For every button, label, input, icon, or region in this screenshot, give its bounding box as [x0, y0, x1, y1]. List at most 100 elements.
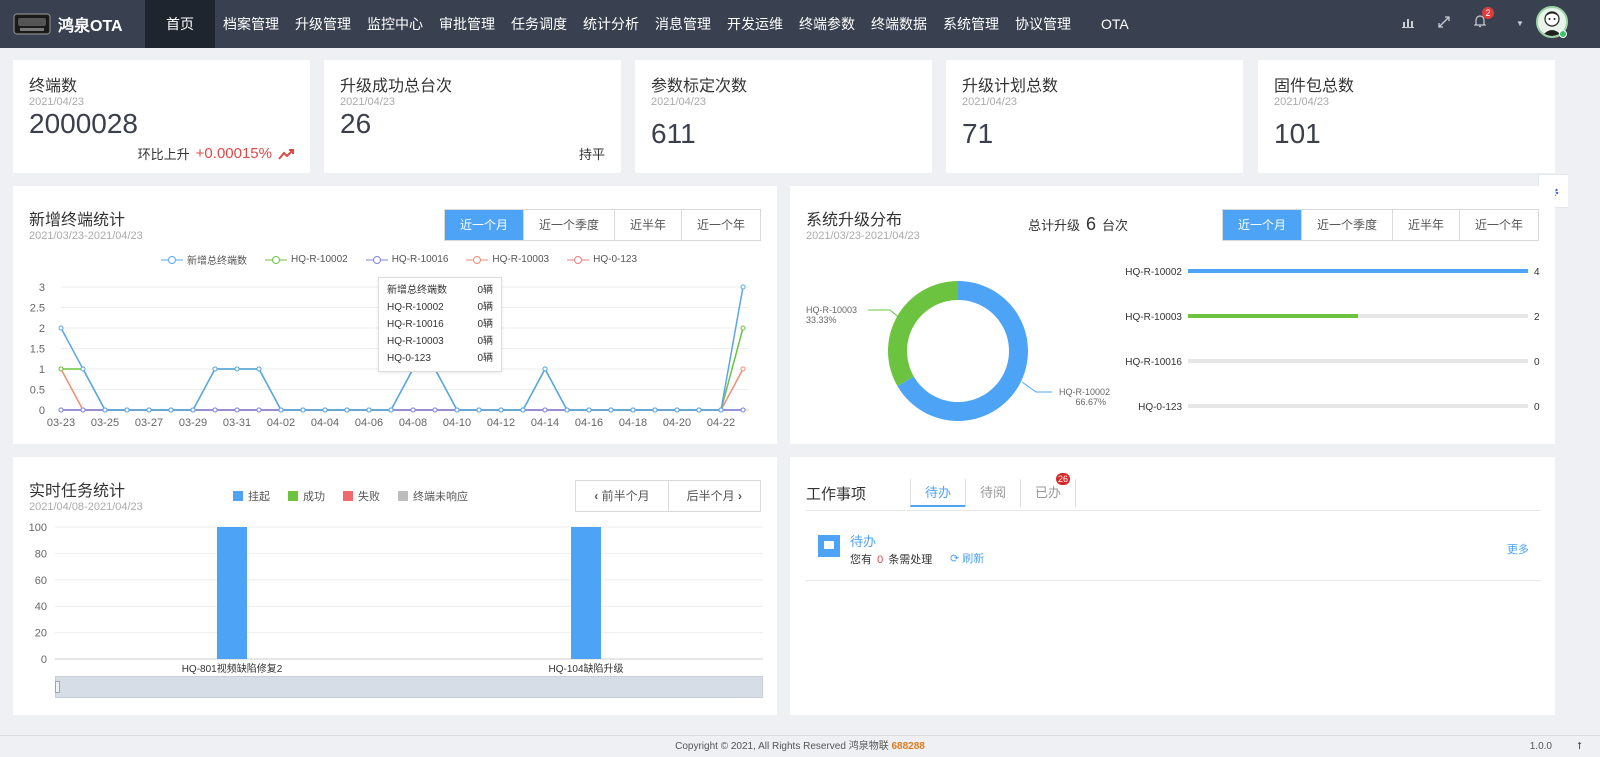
- nav-item[interactable]: 终端数据: [863, 0, 935, 48]
- data-point[interactable]: [652, 407, 658, 413]
- nav-item[interactable]: 系统管理: [935, 0, 1007, 48]
- nav-item[interactable]: 协议管理: [1007, 0, 1079, 48]
- nav-item[interactable]: 审批管理: [431, 0, 503, 48]
- nav-item[interactable]: 升级管理: [287, 0, 359, 48]
- data-point[interactable]: [366, 407, 372, 413]
- data-point[interactable]: [212, 366, 218, 372]
- data-point[interactable]: [234, 366, 240, 372]
- refresh-icon: ⟳: [950, 553, 960, 565]
- zoom-handle-left[interactable]: [55, 681, 60, 693]
- back-to-top-icon[interactable]: ⭡: [1577, 736, 1582, 757]
- chart-icon[interactable]: [1398, 14, 1418, 34]
- data-point[interactable]: [168, 407, 174, 413]
- todo-item[interactable]: 待办 您有 0 条需处理 ⟳ 刷新 更多: [806, 529, 1541, 581]
- nav-item[interactable]: 终端参数: [791, 0, 863, 48]
- footer-code: 688288: [891, 741, 925, 752]
- data-point[interactable]: [300, 407, 306, 413]
- data-point[interactable]: [256, 407, 262, 413]
- data-point[interactable]: [432, 407, 438, 413]
- todo-title[interactable]: 待办: [850, 531, 876, 550]
- app-logo[interactable]: 鸿泉OTA: [0, 0, 145, 48]
- upgrade-distribution-panel: 系统升级分布 2021/03/23-2021/04/23 总计升级 6 台次 近…: [790, 186, 1555, 444]
- tooltip-name: 新增总终端数: [387, 285, 447, 296]
- tab-to-read[interactable]: 待阅: [965, 479, 1020, 507]
- more-link[interactable]: 更多: [1507, 541, 1529, 557]
- y-tick-label: 20: [35, 628, 47, 640]
- data-point[interactable]: [212, 407, 218, 413]
- data-point[interactable]: [498, 407, 504, 413]
- x-tick-label: 04-08: [399, 417, 427, 429]
- tooltip-name: HQ-R-10016: [387, 319, 444, 330]
- data-point[interactable]: [740, 407, 746, 413]
- nav-item[interactable]: 消息管理: [647, 0, 719, 48]
- data-point[interactable]: [608, 407, 614, 413]
- tooltip-value: 0辆: [477, 353, 493, 364]
- y-tick-label: 40: [35, 601, 47, 613]
- data-point[interactable]: [256, 366, 262, 372]
- todo-count: 0: [877, 554, 884, 566]
- tooltip-value: 0辆: [477, 319, 493, 330]
- y-tick-label: 60: [35, 575, 47, 587]
- trend-label: 持平: [578, 147, 605, 162]
- caret-down-icon[interactable]: ▼: [1510, 14, 1530, 34]
- nav-item[interactable]: 开发运维: [719, 0, 791, 48]
- data-point[interactable]: [542, 407, 548, 413]
- data-point[interactable]: [234, 407, 240, 413]
- data-point[interactable]: [102, 407, 108, 413]
- data-point[interactable]: [476, 407, 482, 413]
- data-point[interactable]: [410, 407, 416, 413]
- tooltip-row: HQ-R-10002 0辆: [387, 299, 493, 316]
- y-tick-label: 3: [39, 282, 45, 294]
- tooltip-name: HQ-R-10002: [387, 302, 444, 313]
- data-point[interactable]: [542, 366, 548, 372]
- data-point[interactable]: [696, 407, 702, 413]
- data-point[interactable]: [80, 366, 86, 372]
- fullscreen-icon[interactable]: [1434, 14, 1454, 34]
- online-status-dot: [1559, 30, 1567, 38]
- data-point[interactable]: [520, 407, 526, 413]
- nav-item[interactable]: 任务调度: [503, 0, 575, 48]
- tab-todo[interactable]: 待办: [910, 479, 966, 507]
- data-point[interactable]: [630, 407, 636, 413]
- zoom-slider[interactable]: [55, 676, 763, 698]
- data-point[interactable]: [124, 407, 130, 413]
- data-point[interactable]: [58, 407, 64, 413]
- data-point[interactable]: [454, 407, 460, 413]
- data-point[interactable]: [278, 407, 284, 413]
- tooltip-value: 0辆: [477, 302, 493, 313]
- data-point[interactable]: [190, 407, 196, 413]
- task-bar[interactable]: [217, 527, 247, 659]
- bar-fill[interactable]: [1188, 314, 1358, 318]
- data-point[interactable]: [146, 407, 152, 413]
- nav-item[interactable]: 档案管理: [215, 0, 287, 48]
- data-point[interactable]: [322, 407, 328, 413]
- nav-item[interactable]: 统计分析: [575, 0, 647, 48]
- data-point[interactable]: [80, 407, 86, 413]
- data-point[interactable]: [388, 407, 394, 413]
- footer: Copyright © 2021, All Rights Reserved 鸿泉…: [0, 735, 1600, 757]
- data-point[interactable]: [58, 366, 64, 372]
- nav-item[interactable]: OTA: [1093, 0, 1137, 48]
- data-point[interactable]: [718, 407, 724, 413]
- task-bar[interactable]: [571, 527, 601, 659]
- refresh-button[interactable]: ⟳ 刷新: [950, 550, 984, 566]
- data-point[interactable]: [586, 407, 592, 413]
- data-point[interactable]: [740, 325, 746, 331]
- progress-bar-chart: HQ-R-10002 4 HQ-R-10003 2 HQ-R-10016 0 HQ-0-12…: [1125, 267, 1540, 413]
- donut-slice[interactable]: [888, 281, 958, 386]
- data-point[interactable]: [344, 407, 350, 413]
- data-point[interactable]: [740, 366, 746, 372]
- data-point[interactable]: [740, 284, 746, 290]
- stat-date: 2021/04/23: [340, 96, 396, 108]
- data-point[interactable]: [58, 325, 64, 331]
- stat-date: 2021/04/23: [651, 96, 707, 108]
- y-tick-label: 2.5: [30, 303, 45, 315]
- trend-label: 环比上升: [137, 147, 190, 162]
- stat-card-terminals: 终端数 2021/04/23 2000028 环比上升 +0.00015%: [13, 60, 310, 173]
- nav-item[interactable]: 首页: [145, 0, 215, 48]
- nav-item[interactable]: 监控中心: [359, 0, 431, 48]
- y-tick-label: 80: [35, 548, 47, 560]
- bar-fill[interactable]: [1188, 269, 1528, 273]
- data-point[interactable]: [674, 407, 680, 413]
- data-point[interactable]: [564, 407, 570, 413]
